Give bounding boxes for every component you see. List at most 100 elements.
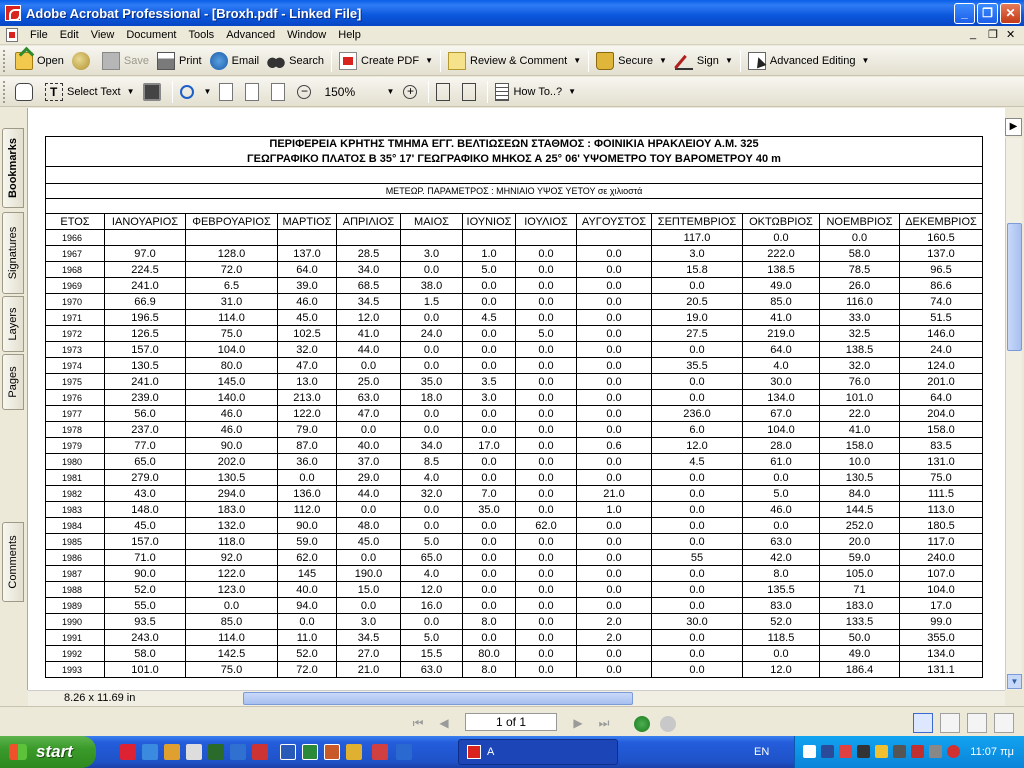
menu-tools[interactable]: Tools <box>183 29 221 41</box>
print-button[interactable]: Print <box>153 49 206 73</box>
vertical-scroll-thumb[interactable] <box>1007 223 1022 351</box>
document-icon[interactable] <box>6 28 18 42</box>
search-button[interactable]: Search <box>263 49 328 73</box>
sign-button[interactable]: Sign ▼ <box>671 49 737 73</box>
maximize-button[interactable]: ❐ <box>977 3 998 24</box>
chevron-down-icon[interactable]: ▼ <box>659 56 667 65</box>
tray-icon[interactable] <box>911 745 924 758</box>
show-navigation-arrow[interactable]: ▶ <box>1005 118 1022 136</box>
quicklaunch-app-icon[interactable] <box>230 744 246 760</box>
advanced-editing-button[interactable]: Advanced Editing ▼ <box>744 49 874 73</box>
rotate-clockwise-button[interactable] <box>432 80 458 104</box>
quicklaunch-app-icon[interactable] <box>252 744 268 760</box>
tab-layers[interactable]: Layers <box>2 296 24 352</box>
how-to-button[interactable]: How To..? ▼ <box>491 80 580 104</box>
last-page-button[interactable]: ⏭ <box>596 715 612 731</box>
tray-icon[interactable] <box>857 745 870 758</box>
vertical-scrollbar[interactable]: ▼ <box>1005 138 1022 690</box>
email-button[interactable]: Email <box>206 49 264 73</box>
document-view[interactable]: ΠΕΡΙΦΕΡΕΙΑ ΚΡΗΤΗΣ ΤΜΗΜΑ ΕΓΓ. ΒΕΛΤΙΩΣΕΩΝ … <box>28 108 1005 690</box>
language-indicator[interactable]: EN <box>754 736 769 768</box>
next-view-button[interactable] <box>660 716 676 732</box>
tray-icon[interactable] <box>839 745 852 758</box>
chevron-down-icon[interactable]: ▼ <box>725 56 733 65</box>
zoom-level-field[interactable]: 150% ▼ <box>319 82 399 102</box>
quicklaunch-app-icon[interactable] <box>396 744 412 760</box>
scroll-down-arrow[interactable]: ▼ <box>1007 674 1022 689</box>
page-number-field[interactable]: 1 of 1 <box>465 713 557 731</box>
quicklaunch-ie-icon[interactable] <box>142 744 158 760</box>
tray-icon[interactable] <box>875 745 888 758</box>
chevron-down-icon[interactable]: ▼ <box>573 56 581 65</box>
menu-window[interactable]: Window <box>281 29 332 41</box>
hand-tool-button[interactable] <box>11 80 41 104</box>
close-button[interactable]: ✕ <box>1000 3 1021 24</box>
chevron-down-icon[interactable]: ▼ <box>861 56 869 65</box>
doc-restore-button[interactable]: ❐ <box>988 28 998 41</box>
tray-icon[interactable] <box>929 745 942 758</box>
tray-icon[interactable] <box>893 745 906 758</box>
next-page-button[interactable]: ▶ <box>570 715 586 731</box>
start-button[interactable]: start <box>0 736 96 768</box>
fit-width-button[interactable] <box>267 80 293 104</box>
review-comment-button[interactable]: Review & Comment ▼ <box>444 49 585 73</box>
horizontal-scrollbar[interactable]: 8.26 x 11.69 in <box>28 690 1005 706</box>
quicklaunch-app-icon[interactable] <box>208 744 224 760</box>
menu-document[interactable]: Document <box>120 29 182 41</box>
rainfall-cell: 0.0 <box>515 565 577 582</box>
tab-signatures[interactable]: Signatures <box>2 212 24 294</box>
menu-edit[interactable]: Edit <box>54 29 85 41</box>
menu-view[interactable]: View <box>85 29 121 41</box>
select-text-button[interactable]: Select Text ▼ <box>41 80 139 104</box>
previous-page-button[interactable]: ◀ <box>436 715 452 731</box>
continuous-facing-button[interactable] <box>994 713 1014 733</box>
chevron-down-icon[interactable]: ▼ <box>204 87 212 96</box>
menu-help[interactable]: Help <box>332 29 367 41</box>
fit-page-button[interactable] <box>241 80 267 104</box>
first-page-button[interactable]: ⏮ <box>410 715 426 731</box>
quicklaunch-app-icon[interactable] <box>186 744 202 760</box>
secure-button[interactable]: Secure ▼ <box>592 49 671 73</box>
quicklaunch-word-icon[interactable] <box>280 744 296 760</box>
actual-size-button[interactable] <box>215 80 241 104</box>
continuous-button[interactable] <box>940 713 960 733</box>
open-button[interactable]: Open <box>11 49 68 73</box>
facing-button[interactable] <box>967 713 987 733</box>
quicklaunch-app-icon[interactable] <box>346 744 362 760</box>
chevron-down-icon[interactable]: ▼ <box>425 56 433 65</box>
menu-advanced[interactable]: Advanced <box>220 29 281 41</box>
menu-file[interactable]: File <box>24 29 54 41</box>
zoom-in-tool-button[interactable]: ▼ <box>176 80 216 104</box>
doc-close-button[interactable]: ✕ <box>1006 28 1015 41</box>
quicklaunch-app-icon[interactable] <box>372 744 388 760</box>
chevron-down-icon[interactable]: ▼ <box>387 87 395 96</box>
chevron-down-icon[interactable]: ▼ <box>127 87 135 96</box>
horizontal-scroll-thumb[interactable] <box>243 692 633 705</box>
create-pdf-button[interactable]: Create PDF ▼ <box>335 49 437 73</box>
minimize-button[interactable]: _ <box>954 3 975 24</box>
toolbar-grip[interactable] <box>3 80 7 103</box>
zoom-in-button[interactable]: + <box>399 80 425 104</box>
tray-icon[interactable] <box>803 745 816 758</box>
save-button[interactable]: Save <box>98 49 153 73</box>
quicklaunch-acrobat-icon[interactable] <box>120 744 136 760</box>
organizer-button[interactable] <box>68 49 98 73</box>
zoom-out-button[interactable]: − <box>293 80 319 104</box>
acrobat-app-icon[interactable] <box>5 5 21 21</box>
taskbar-acrobat-item[interactable]: A <box>458 739 618 765</box>
quicklaunch-excel-icon[interactable] <box>302 744 318 760</box>
tab-pages[interactable]: Pages <box>2 354 24 410</box>
quicklaunch-app-icon[interactable] <box>164 744 180 760</box>
tray-icon[interactable] <box>821 745 834 758</box>
quicklaunch-powerpoint-icon[interactable] <box>324 744 340 760</box>
rotate-counterclockwise-button[interactable] <box>458 80 484 104</box>
chevron-down-icon[interactable]: ▼ <box>568 87 576 96</box>
tab-bookmarks[interactable]: Bookmarks <box>2 128 24 208</box>
tab-comments[interactable]: Comments <box>2 522 24 602</box>
snapshot-button[interactable] <box>139 80 169 104</box>
previous-view-button[interactable] <box>634 716 650 732</box>
tray-icon[interactable] <box>947 745 960 758</box>
doc-minimize-button[interactable]: _ <box>970 28 976 40</box>
toolbar-grip[interactable] <box>3 49 7 72</box>
single-page-button[interactable] <box>913 713 933 733</box>
